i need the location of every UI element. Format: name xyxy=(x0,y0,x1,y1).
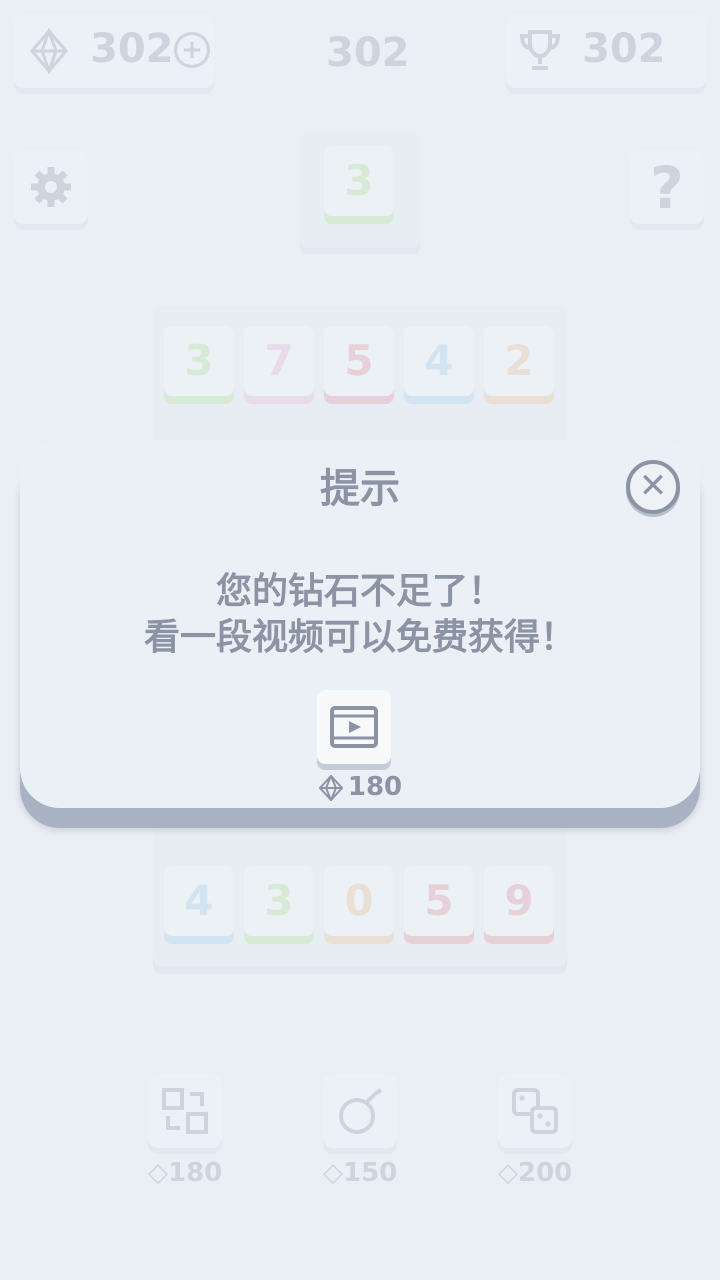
bomb-icon xyxy=(339,1088,383,1134)
close-button[interactable]: ✕ xyxy=(626,460,680,514)
add-gems-icon[interactable]: + xyxy=(174,32,210,68)
tile: 4 xyxy=(164,866,234,936)
tile: 2 xyxy=(484,326,554,396)
tile: 3 xyxy=(164,326,234,396)
reward-label: 180 xyxy=(20,772,700,803)
diamond-icon xyxy=(318,772,344,803)
dice-cost: ◇200 xyxy=(498,1158,573,1188)
bomb-powerup-button[interactable] xyxy=(323,1074,397,1148)
tile: 3 xyxy=(244,866,314,936)
tile: 7 xyxy=(244,326,314,396)
hint-dialog: 提示 ✕ 您的钻石不足了！ 看一段视频可以免费获得！ 180 xyxy=(20,440,700,808)
tile: 9 xyxy=(484,866,554,936)
swap-cost: ◇180 xyxy=(148,1158,223,1188)
gem-counter: 302 + xyxy=(14,14,214,88)
dialog-title: 提示 xyxy=(320,466,400,512)
tile: 4 xyxy=(404,326,474,396)
settings-button[interactable] xyxy=(14,150,88,224)
tile: 5 xyxy=(324,326,394,396)
dice-powerup-button[interactable] xyxy=(498,1074,572,1148)
watch-video-button[interactable] xyxy=(317,690,391,764)
current-score: 302 xyxy=(326,30,410,76)
gem-count: 302 xyxy=(90,26,174,72)
dice-icon xyxy=(512,1088,558,1134)
diamond-icon xyxy=(30,28,68,74)
gear-icon xyxy=(31,167,71,207)
swap-icon xyxy=(162,1088,208,1134)
bomb-cost: ◇150 xyxy=(323,1158,398,1188)
dialog-message-line1: 您的钻石不足了！ xyxy=(215,571,504,612)
question-icon: ? xyxy=(650,154,684,222)
trophy-icon xyxy=(519,30,561,70)
tile: 0 xyxy=(324,866,394,936)
tile: 5 xyxy=(404,866,474,936)
swap-powerup-button[interactable] xyxy=(148,1074,222,1148)
next-tile-frame: 3 xyxy=(300,132,420,248)
reward-amount: 180 xyxy=(347,772,403,802)
video-icon xyxy=(330,706,378,748)
help-button[interactable]: ? xyxy=(630,150,704,224)
best-count: 302 xyxy=(582,26,666,72)
dialog-message-line2: 看一段视频可以免费获得！ xyxy=(143,617,576,658)
next-tile: 3 xyxy=(324,146,394,216)
best-score: 302 xyxy=(506,14,706,88)
